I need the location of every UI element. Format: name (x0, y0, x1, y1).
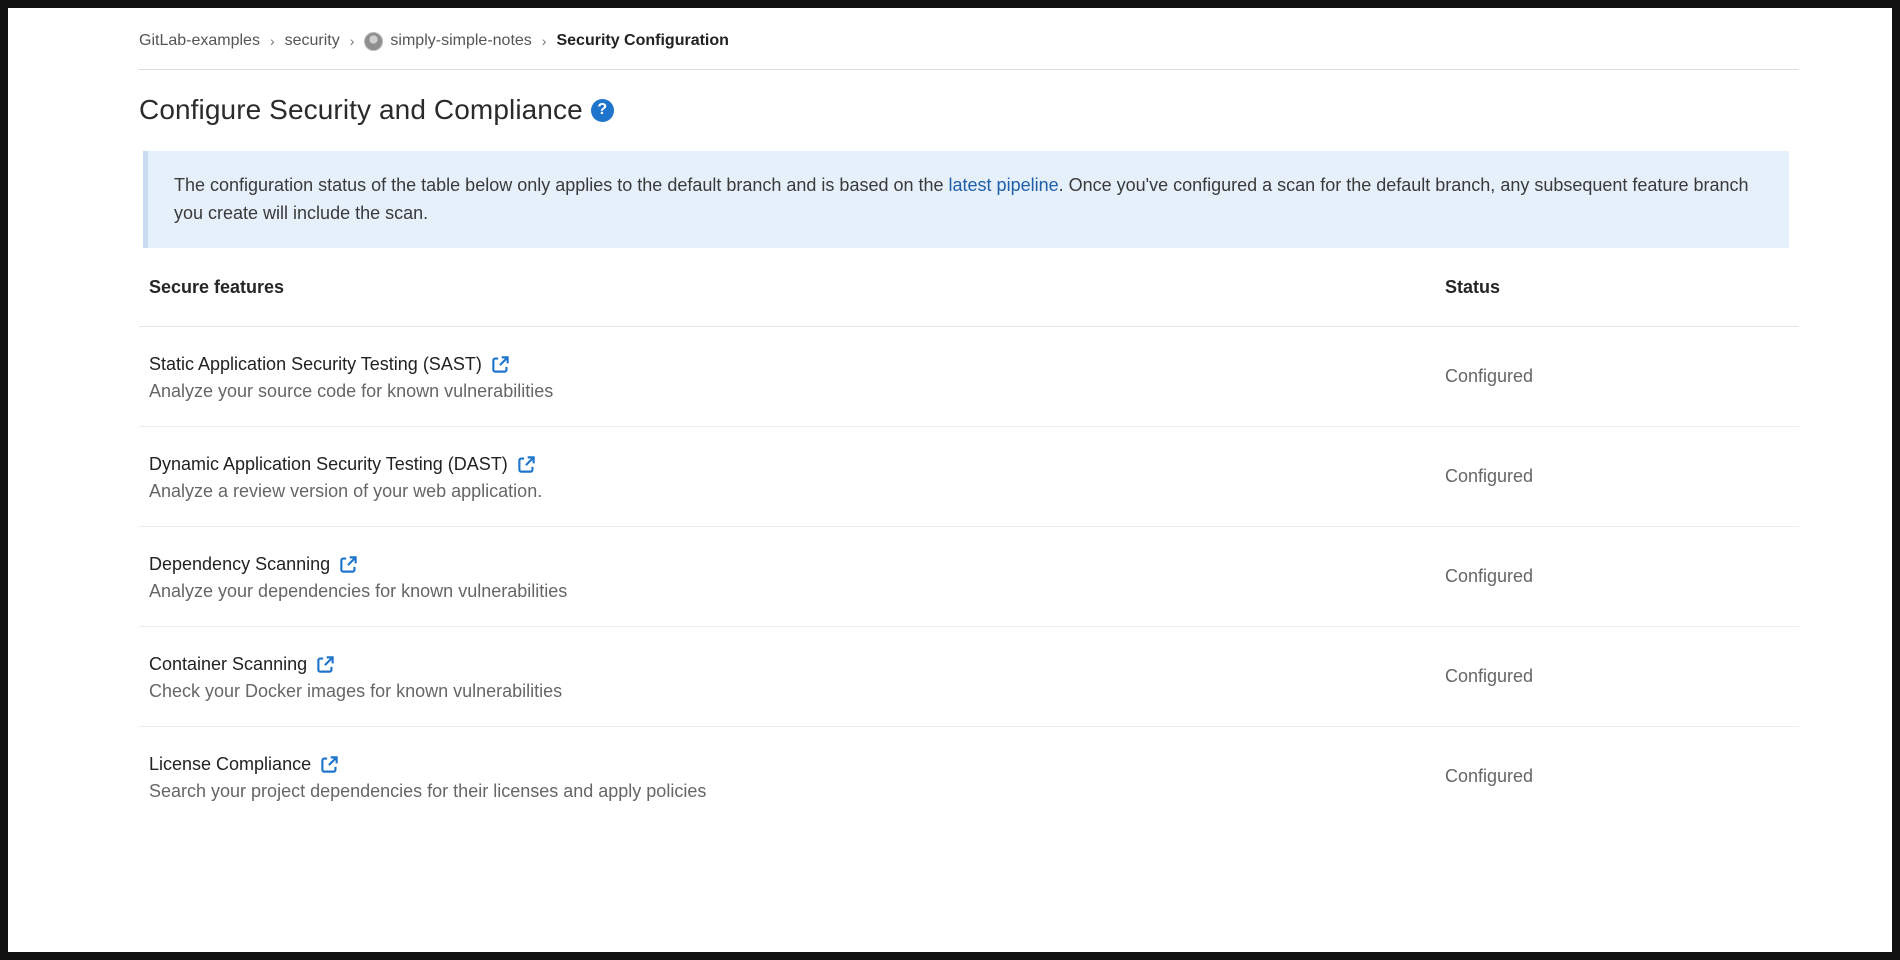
feature-name: Dynamic Application Security Testing (DA… (149, 454, 508, 474)
banner-text-before: The configuration status of the table be… (174, 175, 949, 195)
status-text: Configured (1445, 666, 1534, 686)
secure-features-table: Secure features Status Static Applicatio… (139, 248, 1799, 826)
feature-name-line: Container Scanning (149, 652, 1445, 678)
main-content: GitLab-examples › security › simply-simp… (139, 8, 1799, 826)
feature-name-line: Dependency Scanning (149, 552, 1445, 578)
breadcrumb-item-subgroup[interactable]: security (285, 32, 340, 50)
feature-cell: Dynamic Application Security Testing (DA… (139, 452, 1445, 502)
feature-description: Analyze your source code for known vulne… (149, 380, 554, 401)
table-row: License Compliance Search your project d… (139, 727, 1799, 826)
status-text: Configured (1445, 466, 1534, 486)
table-row: Dynamic Application Security Testing (DA… (139, 427, 1799, 527)
title-row: Configure Security and Compliance ? (139, 92, 1799, 128)
status-cell: Configured (1445, 366, 1799, 387)
table-row: Static Application Security Testing (SAS… (139, 327, 1799, 427)
table-header: Secure features Status (139, 248, 1799, 327)
project-avatar (364, 31, 384, 51)
external-link-icon[interactable] (491, 355, 510, 374)
status-cell: Configured (1445, 566, 1799, 587)
feature-description: Analyze your dependencies for known vuln… (149, 580, 568, 601)
table-row: Container Scanning Check your Docker ima… (139, 627, 1799, 727)
feature-name: Dependency Scanning (149, 554, 331, 574)
feature-cell: Container Scanning Check your Docker ima… (139, 652, 1445, 702)
table-row: Dependency Scanning Analyze your depende… (139, 527, 1799, 627)
status-cell: Configured (1445, 666, 1799, 687)
column-header-status: Status (1445, 276, 1501, 297)
breadcrumb-item-project[interactable]: simply-simple-notes (364, 31, 532, 51)
external-link-icon[interactable] (517, 455, 536, 474)
feature-description: Check your Docker images for known vulne… (149, 680, 563, 701)
question-circle-icon[interactable]: ? (590, 98, 614, 122)
feature-name: License Compliance (149, 754, 312, 774)
chevron-right-icon: › (541, 33, 547, 49)
chevron-right-icon: › (349, 33, 355, 49)
column-header-features: Secure features (149, 276, 285, 297)
feature-description: Search your project dependencies for the… (149, 780, 707, 801)
external-link-icon[interactable] (320, 755, 339, 774)
feature-name-line: Dynamic Application Security Testing (DA… (149, 452, 1445, 478)
breadcrumb: GitLab-examples › security › simply-simp… (139, 13, 1799, 70)
status-cell: Configured (1445, 466, 1799, 487)
breadcrumb-project-label: simply-simple-notes (390, 32, 532, 49)
status-text: Configured (1445, 566, 1534, 586)
external-link-icon[interactable] (339, 555, 358, 574)
status-text: Configured (1445, 366, 1534, 386)
feature-name-line: License Compliance (149, 752, 1445, 778)
feature-name-line: Static Application Security Testing (SAS… (149, 352, 1445, 378)
status-text: Configured (1445, 766, 1534, 786)
latest-pipeline-link[interactable]: latest pipeline (949, 175, 1059, 195)
feature-name: Container Scanning (149, 654, 308, 674)
breadcrumb-item-current: Security Configuration (556, 32, 729, 49)
feature-name: Static Application Security Testing (SAS… (149, 354, 482, 374)
feature-cell: Dependency Scanning Analyze your depende… (139, 552, 1445, 602)
page-frame: GitLab-examples › security › simply-simp… (8, 8, 1892, 952)
info-banner: The configuration status of the table be… (143, 151, 1789, 248)
page-title: Configure Security and Compliance (139, 94, 583, 125)
feature-cell: License Compliance Search your project d… (139, 752, 1445, 802)
external-link-icon[interactable] (316, 655, 335, 674)
feature-cell: Static Application Security Testing (SAS… (139, 352, 1445, 402)
breadcrumb-item-group[interactable]: GitLab-examples (139, 32, 260, 50)
feature-description: Analyze a review version of your web app… (149, 480, 543, 501)
status-cell: Configured (1445, 766, 1799, 787)
chevron-right-icon: › (269, 33, 275, 49)
